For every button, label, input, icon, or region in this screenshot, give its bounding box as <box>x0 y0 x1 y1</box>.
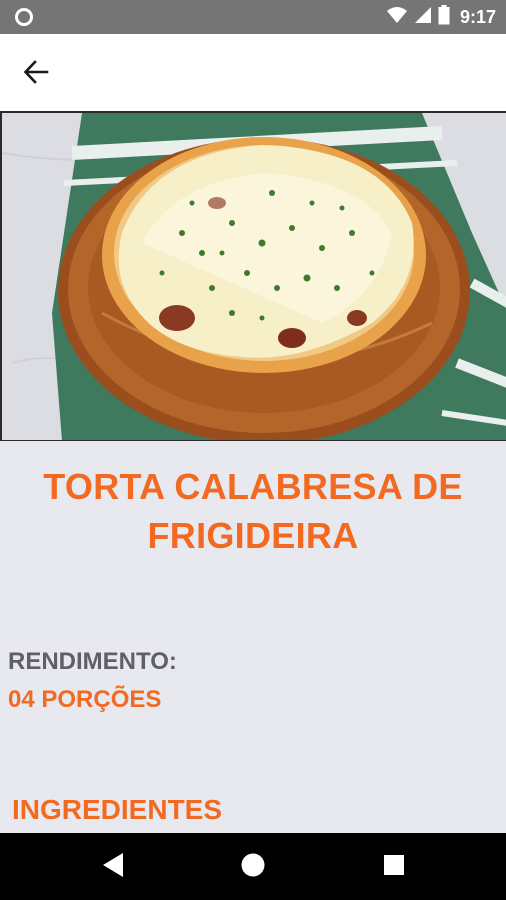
recents-square-icon <box>383 854 405 881</box>
yield-label: RENDIMENTO: <box>8 648 177 675</box>
battery-icon <box>438 4 450 30</box>
recipe-photo <box>0 113 506 441</box>
nav-recents-button[interactable] <box>377 850 411 884</box>
recipe-title: TORTA CALABRESA DE FRIGIDEIRA <box>43 466 463 556</box>
back-button[interactable] <box>16 54 56 94</box>
status-time: 9:17 <box>459 6 496 27</box>
back-triangle-icon <box>101 852 125 883</box>
nav-home-button[interactable] <box>236 850 270 884</box>
home-circle-icon <box>240 852 266 883</box>
navigation-bar <box>0 833 506 900</box>
nav-back-button[interactable] <box>96 850 130 884</box>
wifi-icon <box>386 6 408 29</box>
yield-value: 04 PORÇÕES <box>8 686 162 713</box>
cellular-signal-icon <box>414 6 432 29</box>
recipe-screen: 9:17 TORTA CALABRESA DE FRIGIDEIRA RENDI… <box>0 0 506 900</box>
ingredients-heading: INGREDIENTES <box>12 794 223 825</box>
notification-circle-icon <box>14 7 34 27</box>
status-bar: 9:17 <box>0 0 506 34</box>
arrow-left-icon <box>23 59 49 90</box>
app-bar <box>0 34 506 113</box>
status-icons: 9:17 <box>386 0 496 34</box>
